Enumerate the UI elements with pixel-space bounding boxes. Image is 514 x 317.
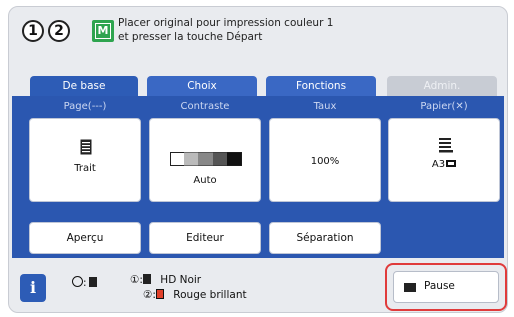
- pause-label: Pause: [424, 280, 455, 292]
- paper-tile[interactable]: A3: [388, 118, 500, 202]
- tab-functions[interactable]: Fonctions: [266, 76, 376, 96]
- master-status: :: [72, 276, 97, 289]
- label-paper: Papier(✕): [420, 101, 468, 112]
- contrast-scale-icon: [170, 152, 242, 166]
- document-icon: [80, 139, 92, 155]
- contrast-tile[interactable]: Auto: [149, 118, 261, 202]
- message-line-2: et presser la touche Départ: [118, 31, 263, 43]
- ratio-tile[interactable]: 100%: [269, 118, 381, 202]
- message-line-1: Placer original pour impression couleur …: [118, 17, 334, 29]
- drum-2-status: ②: Rouge brillant: [143, 289, 247, 301]
- drum-1-status: ①: HD Noir: [130, 274, 202, 286]
- paper-orientation-icon: [446, 160, 457, 167]
- tab-choice[interactable]: Choix: [147, 76, 257, 96]
- page-mode-tile[interactable]: Trait: [29, 118, 141, 202]
- drum-master-icon: [72, 276, 83, 287]
- message-area: 1 2 M Placer original pour impression co…: [20, 14, 500, 64]
- pause-icon: [404, 283, 416, 292]
- step-2-indicator: 2: [48, 20, 70, 42]
- drum-1-color-icon: [142, 274, 151, 284]
- paper-size-value: A3: [389, 159, 499, 170]
- message-text: Placer original pour impression couleur …: [118, 16, 333, 44]
- page-mode-value: Trait: [74, 163, 96, 174]
- tab-admin[interactable]: Admin.: [387, 76, 497, 96]
- preview-button[interactable]: Aperçu: [29, 222, 141, 254]
- info-button[interactable]: i: [20, 274, 46, 302]
- paper-stack-icon: [439, 138, 453, 153]
- label-contrast: Contraste: [180, 101, 230, 112]
- ratio-value: 100%: [310, 156, 340, 167]
- drum-2-color-icon: [155, 289, 164, 299]
- drum-1-color-name: HD Noir: [160, 274, 202, 286]
- separation-button[interactable]: Séparation: [269, 222, 381, 254]
- label-ratio: Taux: [313, 101, 337, 112]
- editor-button[interactable]: Editeur: [149, 222, 261, 254]
- step-1-indicator: 1: [22, 20, 44, 42]
- pause-button[interactable]: Pause: [393, 271, 499, 303]
- pause-highlight: Pause: [385, 263, 507, 311]
- master-icon: M: [92, 20, 114, 42]
- tab-basic[interactable]: De base: [30, 76, 138, 96]
- label-page: Page(---): [63, 101, 107, 112]
- drum-2-color-name: Rouge brillant: [173, 289, 247, 301]
- contrast-value: Auto: [193, 175, 217, 186]
